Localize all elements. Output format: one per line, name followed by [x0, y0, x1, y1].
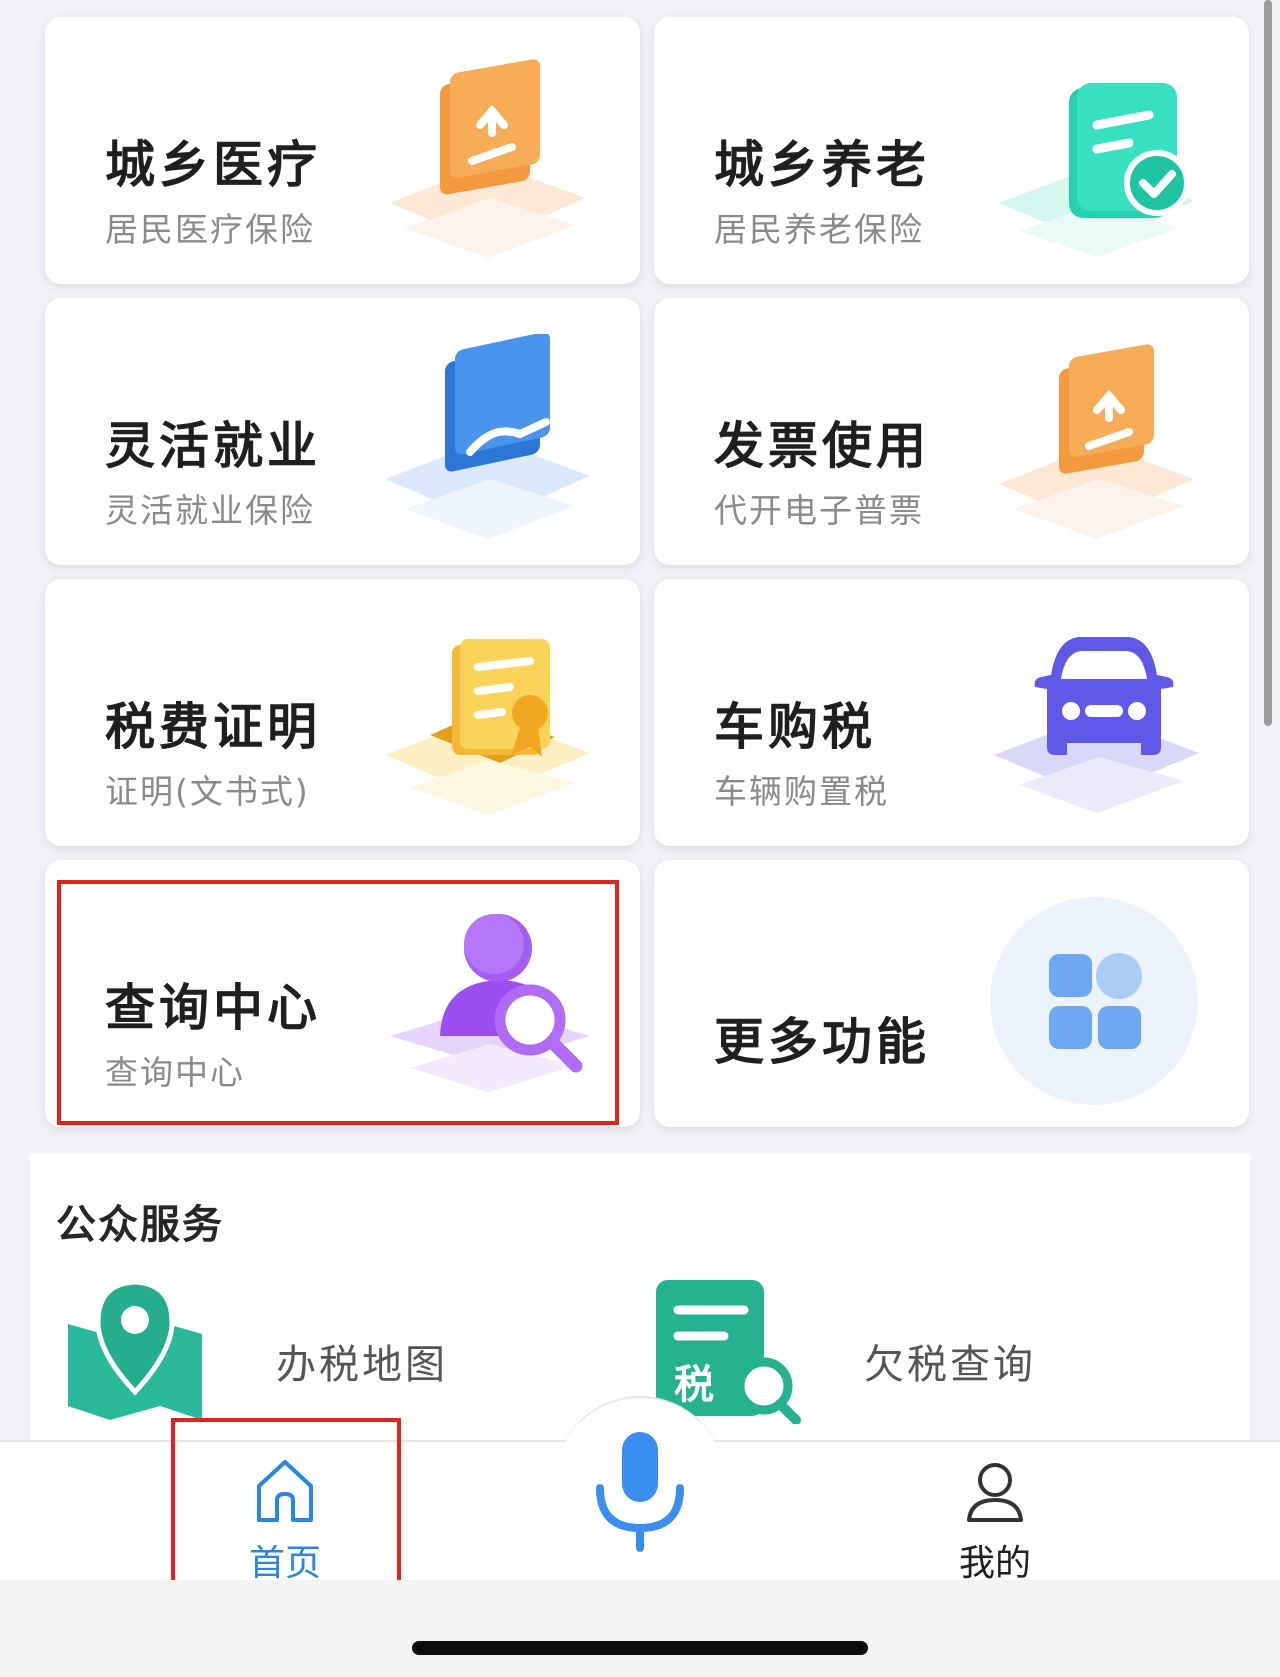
- card-urban-rural-pension[interactable]: 城乡养老 居民养老保险: [654, 17, 1249, 284]
- card-subtitle: 灵活就业保险: [105, 491, 315, 530]
- service-label: 欠税查询: [864, 1342, 1036, 1388]
- card-tax-certificate[interactable]: 税费证明 证明(文书式): [45, 579, 640, 846]
- scrollbar[interactable]: [1264, 0, 1272, 726]
- home-indicator[interactable]: [412, 1641, 868, 1655]
- upload-folder-icon: [390, 59, 585, 258]
- card-more-functions[interactable]: 更多功能: [654, 860, 1249, 1127]
- card-subtitle: 居民养老保险: [714, 210, 924, 249]
- card-vehicle-purchase-tax[interactable]: 车购税 车辆购置税: [654, 579, 1249, 846]
- document-check-icon: [999, 83, 1194, 257]
- card-title: 发票使用: [714, 417, 930, 475]
- safe-area: [0, 1580, 1280, 1677]
- card-subtitle: 代开电子普票: [714, 491, 924, 530]
- tax-badge-text: 税: [674, 1362, 714, 1408]
- card-title: 更多功能: [714, 1013, 930, 1071]
- card-invoice-use[interactable]: 发票使用 代开电子普票: [654, 298, 1249, 565]
- card-subtitle: 居民医疗保险: [105, 210, 315, 249]
- tab-mine[interactable]: 我的: [890, 1442, 1100, 1584]
- car-icon: [994, 637, 1199, 813]
- certificate-icon: [385, 639, 590, 815]
- section-title: 公众服务: [56, 1202, 224, 1248]
- grid-apps-icon: [990, 897, 1198, 1105]
- user-icon: [967, 1463, 1023, 1522]
- card-flexible-employment[interactable]: 灵活就业 灵活就业保险: [45, 298, 640, 565]
- card-subtitle: 证明(文书式): [105, 772, 310, 811]
- card-title: 灵活就业: [105, 417, 321, 475]
- tab-label: 我的: [958, 1543, 1031, 1584]
- blue-folder-icon: [385, 334, 590, 539]
- card-title: 城乡养老: [714, 136, 930, 194]
- microphone-icon: [596, 1432, 684, 1552]
- card-subtitle: 车辆购置税: [714, 772, 889, 811]
- tax-search-icon: 税: [656, 1280, 801, 1424]
- card-title: 车购税: [714, 698, 876, 756]
- service-label: 办税地图: [276, 1342, 448, 1388]
- service-tax-map[interactable]: 办税地图: [60, 1274, 580, 1434]
- service-tax-arrears-query[interactable]: 税 欠税查询: [652, 1274, 1212, 1434]
- upload-folder-icon: [999, 344, 1194, 539]
- card-urban-rural-medical[interactable]: 城乡医疗 居民医疗保险: [45, 17, 640, 284]
- card-title: 税费证明: [105, 698, 321, 756]
- card-title: 城乡医疗: [105, 136, 321, 194]
- map-pin-icon: [68, 1279, 202, 1420]
- highlight-query-center: [57, 880, 619, 1125]
